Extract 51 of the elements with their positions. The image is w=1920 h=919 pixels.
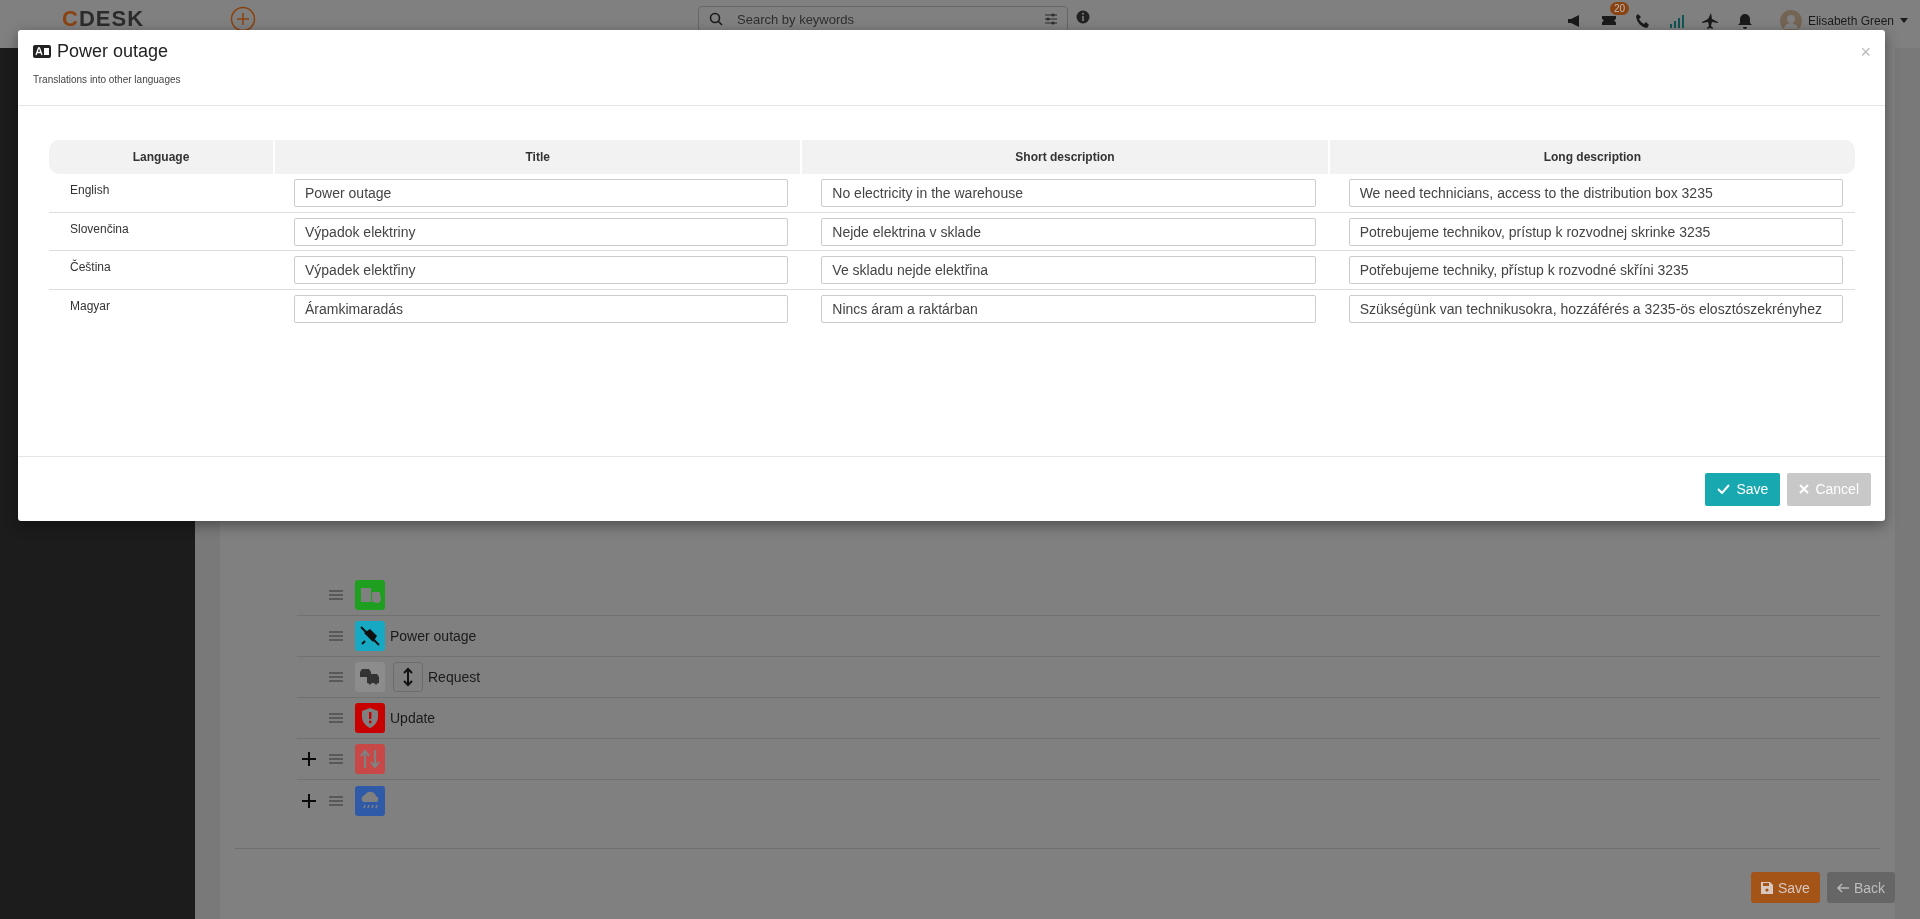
drag-handle-icon[interactable]: [329, 713, 343, 723]
language-name: Čeština: [70, 260, 111, 274]
arrow-left-icon: [1836, 882, 1849, 893]
drag-handle-icon[interactable]: [329, 631, 343, 641]
language-name: Slovenčina: [70, 221, 129, 236]
modal-title: Power outage: [57, 41, 169, 62]
text-field[interactable]: Nejde elektrina v sklade: [821, 217, 1316, 246]
add-icon[interactable]: [230, 6, 256, 32]
text-field[interactable]: Potřebujeme techniky, přístup k rozvodné skříni 3235: [1348, 256, 1843, 284]
floppy-icon: [1760, 881, 1773, 894]
text-field[interactable]: Áramkimaradás: [294, 294, 789, 323]
signal-icon[interactable]: [1667, 12, 1686, 30]
info-icon[interactable]: [1076, 10, 1090, 24]
search-icon: [709, 12, 723, 26]
drag-handle-icon[interactable]: [329, 672, 343, 682]
modal-subtitle: Translations into other languages: [33, 74, 181, 85]
phone-icon[interactable]: [1633, 12, 1652, 30]
text-field[interactable]: We need technicians, access to the distribution box 3235: [1348, 179, 1843, 207]
caret-icon[interactable]: [1900, 18, 1908, 24]
item-label: Update: [390, 710, 436, 726]
column-header: Title: [273, 140, 801, 174]
drag-handle-icon[interactable]: [329, 795, 343, 806]
plus-icon[interactable]: [302, 793, 316, 808]
logo[interactable]: CDESK: [62, 10, 182, 28]
plus-icon[interactable]: [302, 752, 316, 766]
notification-badge: 20: [1609, 1, 1630, 15]
language-icon: [33, 45, 51, 58]
column-header: Short description: [800, 140, 1328, 174]
item-label: Power outage: [390, 628, 477, 644]
filter-icon[interactable]: [1044, 12, 1058, 26]
sort-icon[interactable]: [393, 662, 423, 692]
user-name[interactable]: Elisabeth Green: [1807, 14, 1894, 28]
text-field[interactable]: Výpadok elektriny: [294, 217, 789, 246]
airplane-icon[interactable]: [1701, 12, 1720, 30]
text-field[interactable]: Power outage: [294, 179, 789, 207]
text-field[interactable]: Nincs áram a raktárban: [821, 294, 1316, 323]
language-name: Magyar: [70, 298, 110, 313]
language-name: English: [70, 183, 110, 197]
text-field[interactable]: Szükségünk van technikusokra, hozzáférés a 3235-ös elosztószekrényhez: [1348, 294, 1843, 323]
item-label: Request: [428, 669, 481, 685]
search-field[interactable]: Search by keywords: [698, 6, 1068, 32]
text-field[interactable]: Ve skladu nejde elektřina: [821, 256, 1316, 284]
close-icon: [1799, 484, 1810, 494]
check-icon: [1717, 484, 1731, 494]
column-header: Long description: [1327, 140, 1855, 174]
drag-handle-icon[interactable]: [329, 754, 343, 764]
text-field[interactable]: Výpadek elektřiny: [294, 256, 789, 284]
text-field[interactable]: Potrebujeme technikov, prístup k rozvodnej skrinke 3235: [1348, 217, 1843, 246]
text-field[interactable]: No electricity in the warehouse: [821, 179, 1316, 207]
column-header: Language: [49, 140, 273, 174]
drag-handle-icon[interactable]: [329, 590, 343, 600]
